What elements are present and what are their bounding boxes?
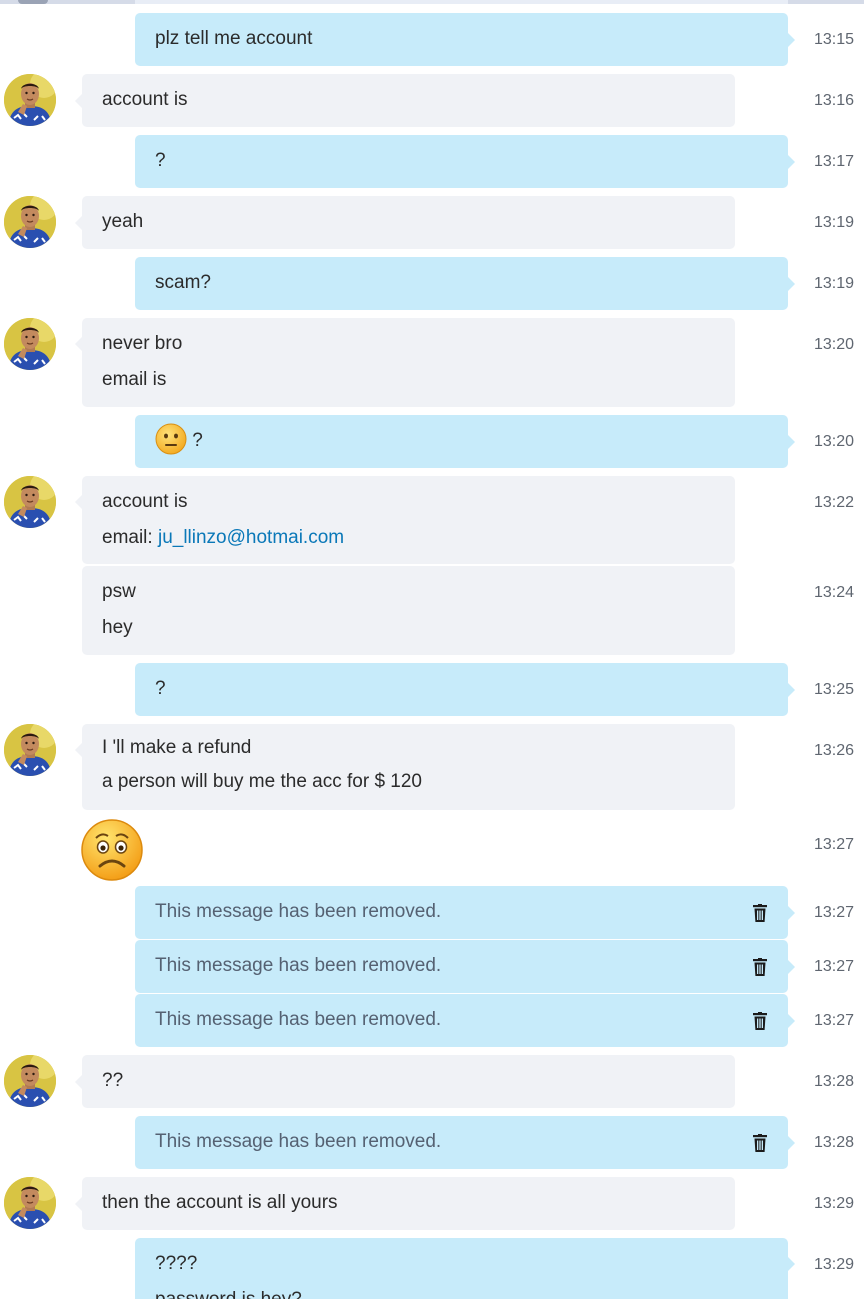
removed-text: This message has been removed.	[155, 1009, 442, 1030]
message-incoming[interactable]: never bro email is	[75, 318, 735, 407]
contact-avatar[interactable]	[4, 318, 56, 370]
message-time: 13:29	[814, 1256, 855, 1273]
message-time: 13:20	[814, 433, 855, 450]
message-incoming[interactable]: I 'll make a refund a person will buy me…	[75, 724, 735, 810]
message-removed[interactable]: This message has been removed.	[135, 1116, 795, 1169]
worried-face-icon[interactable]	[80, 818, 144, 882]
bubble-tail	[788, 1257, 795, 1271]
message-text-line: email: ju_llinzo@hotmai.com	[102, 520, 715, 556]
message-incoming[interactable]: account is email: ju_llinzo@hotmai.com	[75, 476, 735, 564]
message-text: account is	[102, 89, 188, 110]
message-incoming[interactable]: ??	[75, 1055, 735, 1108]
message-text-line: never bro	[102, 333, 183, 354]
message-time: 13:16	[814, 92, 855, 109]
message-time: 13:27	[814, 904, 855, 921]
message-text: ??	[102, 1070, 124, 1091]
contact-avatar[interactable]	[4, 476, 56, 528]
message-time: 13:28	[814, 1134, 855, 1151]
message-text-line: email is	[102, 369, 167, 390]
message-time: 13:15	[814, 31, 855, 48]
contact-avatar[interactable]	[4, 724, 56, 776]
message-text: yeah	[102, 211, 144, 232]
message-text: ?	[155, 678, 166, 699]
message-incoming[interactable]: yeah	[75, 196, 735, 249]
partial-bubble	[135, 0, 788, 4]
message-text-line: account is	[102, 491, 188, 512]
message-text: ?	[155, 150, 166, 171]
message-incoming[interactable]: then the account is all yours	[75, 1177, 735, 1230]
neutral-face-icon	[155, 423, 187, 455]
message-time: 13:24	[814, 584, 855, 601]
message-removed[interactable]: This message has been removed.	[135, 940, 795, 993]
message-time: 13:19	[814, 275, 855, 292]
message-time: 13:27	[814, 958, 855, 975]
message-text: plz tell me account	[155, 28, 313, 49]
message-text-line: ????	[155, 1253, 198, 1274]
partial-avatar	[18, 0, 48, 4]
email-link[interactable]: ju_llinzo@hotmai.com	[158, 527, 344, 548]
message-time: 13:27	[814, 836, 855, 853]
message-content: ?	[155, 423, 768, 459]
message-text-line: I 'll make a refund	[102, 737, 252, 758]
trash-icon[interactable]	[753, 1011, 767, 1030]
message-text: ?	[192, 430, 203, 451]
message-outgoing[interactable]: ?	[135, 135, 795, 188]
message-time: 13:27	[814, 1012, 855, 1029]
message-text: scam?	[155, 272, 211, 293]
message-time: 13:20	[814, 336, 855, 353]
message-time: 13:19	[814, 214, 855, 231]
email-label: email:	[102, 527, 158, 548]
message-time: 13:25	[814, 681, 855, 698]
message-time: 13:17	[814, 153, 855, 170]
message-outgoing[interactable]: ???? password is hey?	[135, 1238, 788, 1299]
trash-icon[interactable]	[753, 903, 767, 922]
message-outgoing[interactable]: scam?	[135, 257, 795, 310]
removed-text: This message has been removed.	[155, 901, 442, 922]
message-outgoing[interactable]: plz tell me account	[135, 13, 795, 66]
message-incoming[interactable]: account is	[75, 74, 735, 127]
message-outgoing[interactable]: ?	[135, 663, 795, 716]
trash-icon[interactable]	[753, 1133, 767, 1152]
message-text-line: a person will buy me the acc for $ 120	[102, 771, 423, 792]
message-text-line: psw	[102, 581, 136, 602]
message-outgoing[interactable]: ?	[135, 415, 795, 468]
contact-avatar[interactable]	[4, 1177, 56, 1229]
removed-text: This message has been removed.	[155, 955, 442, 976]
message-time: 13:22	[814, 494, 855, 511]
contact-avatar[interactable]	[4, 196, 56, 248]
message-incoming[interactable]: psw hey	[82, 566, 735, 655]
message-text: then the account is all yours	[102, 1192, 338, 1213]
message-text-line: password is hey?	[155, 1282, 768, 1299]
contact-avatar[interactable]	[4, 74, 56, 126]
trash-icon[interactable]	[753, 957, 767, 976]
contact-avatar[interactable]	[4, 1055, 56, 1107]
removed-text: This message has been removed.	[155, 1131, 442, 1152]
message-text-line: hey	[102, 617, 133, 638]
message-removed[interactable]: This message has been removed.	[135, 994, 795, 1047]
message-time: 13:28	[814, 1073, 855, 1090]
message-removed[interactable]: This message has been removed.	[135, 886, 795, 939]
message-time: 13:26	[814, 742, 855, 759]
message-time: 13:29	[814, 1195, 855, 1212]
